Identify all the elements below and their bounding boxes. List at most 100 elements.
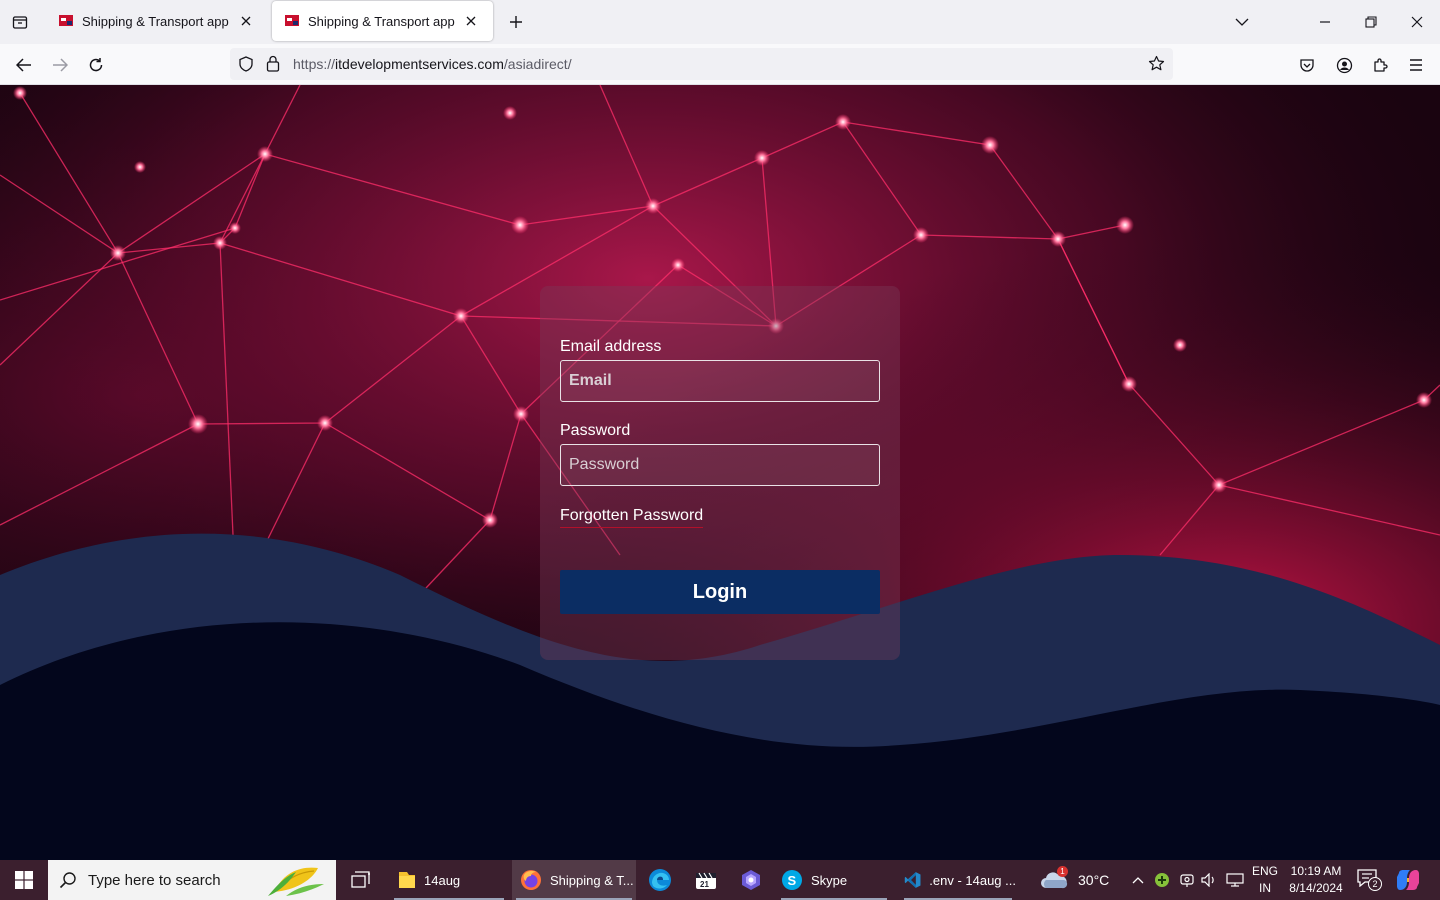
url-host: itdevelopmentservices.com	[335, 56, 504, 72]
tab-list-icon	[12, 16, 28, 29]
minimize-icon	[1320, 21, 1330, 23]
tab-close-icon[interactable]	[461, 11, 481, 31]
chevron-down-icon	[1235, 18, 1249, 26]
task-view-icon	[351, 871, 370, 888]
tab-shipping-transport-1[interactable]: Shipping & Transport app	[46, 1, 268, 41]
start-button[interactable]	[0, 860, 48, 900]
arrow-right-icon	[53, 58, 68, 72]
tab-close-icon[interactable]	[236, 11, 256, 31]
lock-icon[interactable]	[266, 55, 280, 77]
back-button[interactable]	[9, 50, 39, 80]
close-icon	[1411, 16, 1423, 28]
camera-privacy-button[interactable]	[1177, 860, 1197, 900]
network-icon	[1226, 873, 1244, 887]
login-button[interactable]: Login	[560, 570, 880, 614]
language-region: IN	[1259, 881, 1271, 895]
skype-icon: S	[782, 870, 802, 890]
email-placeholder: Email	[569, 372, 612, 389]
tray-plus-icon	[1155, 873, 1169, 887]
svg-text:21: 21	[700, 880, 709, 889]
hamburger-icon	[1410, 59, 1422, 71]
corn-search-highlight-icon	[266, 862, 326, 900]
svg-text:S: S	[788, 873, 797, 888]
app-menu-button[interactable]	[1401, 50, 1431, 80]
taskbar-search-box[interactable]: Type here to search	[48, 860, 336, 900]
restore-button[interactable]	[1348, 0, 1394, 44]
taskbar-item-copilot[interactable]	[731, 860, 771, 900]
tray-app-button[interactable]	[1152, 860, 1172, 900]
taskbar-item-video-editor[interactable]: 21	[686, 860, 726, 900]
windows-taskbar: Type here to search 14aug Shipping & T..…	[0, 860, 1440, 900]
reload-icon	[89, 58, 103, 72]
bookmark-star-icon[interactable]	[1148, 55, 1165, 77]
browser-tab-bar: Shipping & Transport app Shipping & Tran…	[0, 0, 1440, 44]
login-page: Email address Email Password Password Fo…	[0, 85, 1440, 860]
plus-icon	[510, 16, 522, 28]
tab-title: Shipping & Transport app	[308, 13, 455, 29]
tab-shipping-transport-2[interactable]: Shipping & Transport app	[272, 1, 493, 41]
camera-icon	[1180, 874, 1194, 887]
minimize-button[interactable]	[1302, 0, 1348, 44]
network-button[interactable]	[1224, 860, 1246, 900]
chevron-up-icon	[1132, 877, 1144, 884]
taskbar-item-firefox[interactable]: Shipping & T...	[512, 860, 636, 900]
volume-button[interactable]	[1199, 860, 1219, 900]
account-button[interactable]	[1329, 50, 1359, 80]
firefox-icon	[521, 870, 541, 890]
extensions-button[interactable]	[1365, 50, 1395, 80]
taskbar-item-label: Skype	[811, 872, 848, 888]
new-tab-button[interactable]	[502, 8, 530, 36]
vscode-icon	[904, 872, 921, 888]
list-all-tabs-button[interactable]	[1219, 0, 1265, 44]
forgotten-password-link[interactable]: Forgotten Password	[560, 507, 704, 528]
pocket-icon	[1300, 59, 1314, 72]
input-language-button[interactable]: ENG IN	[1249, 863, 1281, 897]
taskbar-item-skype[interactable]: S Skype	[777, 860, 891, 900]
taskbar-item-edge[interactable]	[640, 860, 680, 900]
forward-button[interactable]	[45, 50, 75, 80]
video-editor-icon: 21	[696, 872, 716, 889]
site-favicon-icon	[284, 13, 300, 29]
weather-widget[interactable]: 1 30°C	[1040, 860, 1116, 900]
task-view-button[interactable]	[341, 860, 381, 900]
browser-nav-bar: https://itdevelopmentservices.com/asiadi…	[0, 44, 1440, 85]
speaker-icon	[1201, 873, 1214, 887]
password-placeholder: Password	[569, 456, 640, 473]
language-code: ENG	[1251, 864, 1278, 878]
password-field[interactable]: Password	[560, 444, 880, 486]
weather-temp: 30°C	[1078, 872, 1110, 888]
show-hidden-icons-button[interactable]	[1128, 860, 1148, 900]
login-card: Email address Email Password Password Fo…	[540, 286, 900, 660]
email-field[interactable]: Email	[560, 360, 880, 402]
email-label: Email address	[560, 338, 662, 355]
copilot-tray-button[interactable]	[1392, 860, 1424, 900]
edge-icon	[649, 869, 671, 891]
taskbar-clock[interactable]: 10:19 AM 8/14/2024	[1282, 863, 1350, 897]
copilot-color-icon	[1397, 870, 1419, 890]
account-icon	[1336, 57, 1352, 73]
restore-icon	[1365, 16, 1377, 28]
weather-alert-badge: 1	[1057, 866, 1068, 877]
taskbar-item-vscode[interactable]: .env - 14aug ...	[900, 860, 1016, 900]
notification-icon: 2	[1357, 869, 1382, 891]
clock-date: 8/14/2024	[1289, 881, 1343, 895]
tracking-protection-icon[interactable]	[238, 56, 254, 77]
taskbar-item-file-explorer[interactable]: 14aug	[390, 860, 508, 900]
close-window-button[interactable]	[1394, 0, 1440, 44]
url-text: https://itdevelopmentservices.com/asiadi…	[293, 56, 572, 72]
reload-button[interactable]	[81, 50, 111, 80]
search-placeholder: Type here to search	[88, 871, 221, 889]
taskbar-item-label: Shipping & T...	[550, 872, 634, 888]
tab-list-button[interactable]	[6, 8, 34, 36]
taskbar-item-label: .env - 14aug ...	[929, 872, 1016, 888]
address-bar[interactable]: https://itdevelopmentservices.com/asiadi…	[230, 48, 1173, 80]
puzzle-icon	[1374, 58, 1388, 72]
pocket-button[interactable]	[1292, 50, 1322, 80]
url-scheme: https://	[293, 56, 336, 72]
notification-count-badge: 2	[1368, 877, 1382, 891]
search-icon	[48, 871, 88, 889]
notification-center-button[interactable]: 2	[1352, 860, 1386, 900]
site-favicon-icon	[58, 13, 74, 29]
password-label: Password	[560, 422, 631, 439]
windows-logo-icon	[15, 871, 33, 889]
